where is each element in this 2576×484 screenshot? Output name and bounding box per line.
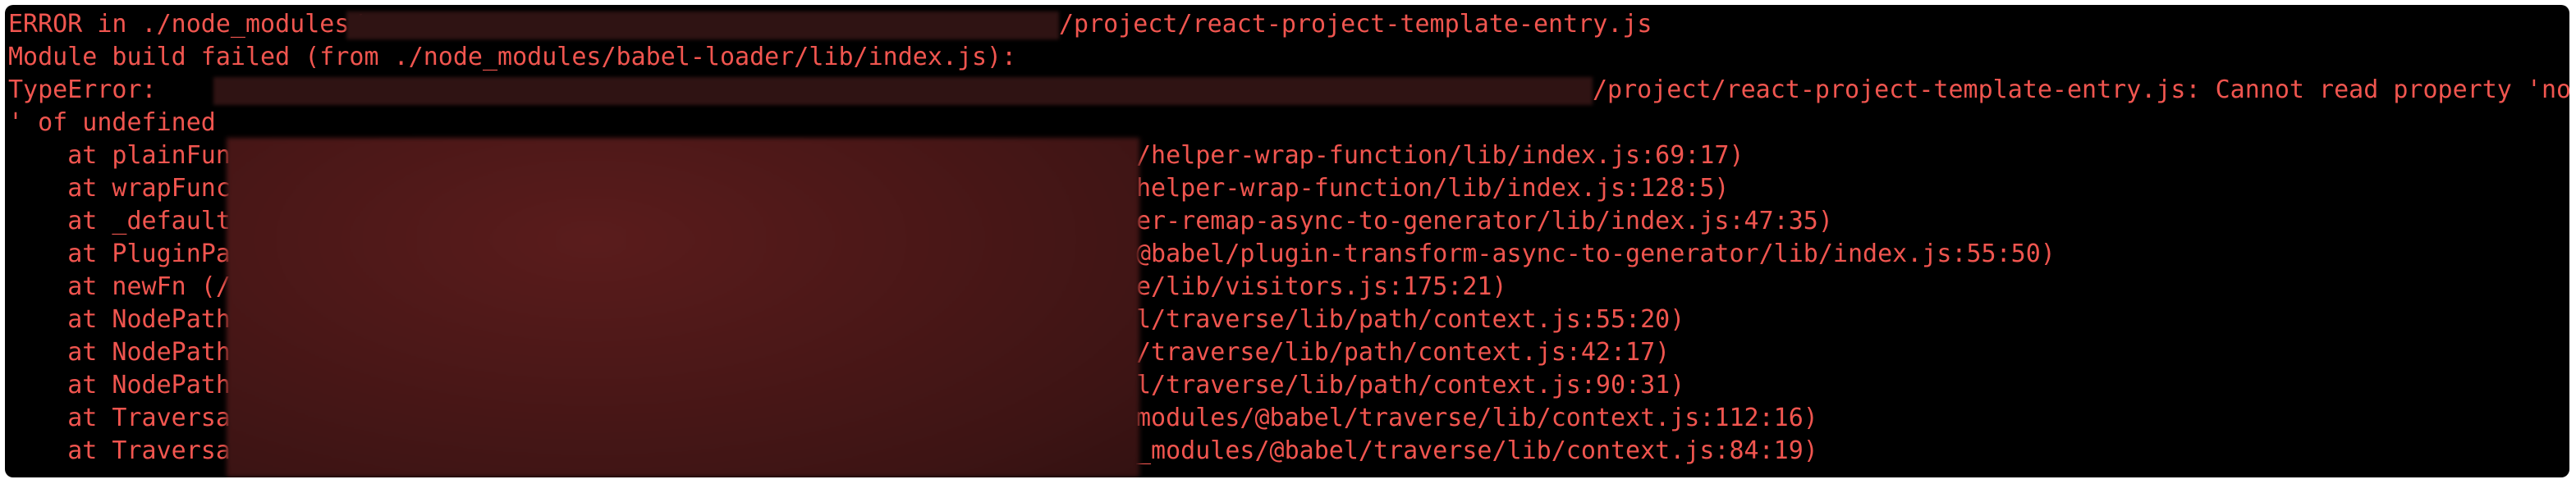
error-line-path: /project/react-project-template-entry.js bbox=[1059, 10, 1652, 39]
stack-frame-tail: /helper-wrap-function/lib/index.js:69:17… bbox=[1136, 141, 1744, 170]
stack-frame-head: at _default bbox=[8, 207, 231, 235]
redacted-path bbox=[346, 11, 1059, 39]
stack-frame-tail: modules/@babel/traverse/lib/context.js:1… bbox=[1136, 404, 1818, 432]
module-build-failed-line: Module build failed (from ./node_modules… bbox=[8, 43, 1017, 71]
stack-frame-tail: e/lib/visitors.js:175:21) bbox=[1136, 272, 1507, 301]
terminal-output: ERROR in ./node_modules/ /project/react-… bbox=[5, 5, 2569, 477]
stack-frame-head: at wrapFunc bbox=[8, 174, 231, 203]
stack-frame-head: at Traversa bbox=[8, 404, 231, 432]
stack-frame-head: at Traversa bbox=[8, 436, 231, 465]
stack-frame-head: at PluginPa bbox=[8, 240, 231, 268]
redacted-path bbox=[213, 77, 1593, 105]
stack-frame-tail: l/traverse/lib/path/context.js:55:20) bbox=[1136, 305, 1685, 334]
stack-frame-tail: l/traverse/lib/path/context.js:90:31) bbox=[1136, 371, 1685, 400]
type-error-message: /project/react-project-template-entry.js… bbox=[1593, 75, 2569, 104]
stack-frame-head: at plainFun bbox=[8, 141, 231, 170]
stack-frame-tail: helper-wrap-function/lib/index.js:128:5) bbox=[1136, 174, 1730, 203]
stack-frame-tail: @babel/plugin-transform-async-to-generat… bbox=[1136, 240, 2056, 268]
type-error-continuation: ' of undefined bbox=[8, 108, 216, 137]
stack-frame-tail: /traverse/lib/path/context.js:42:17) bbox=[1136, 338, 1671, 367]
stack-frame-tail: _modules/@babel/traverse/lib/context.js:… bbox=[1136, 436, 1818, 465]
error-line: ERROR in ./node_modules/ bbox=[8, 10, 364, 39]
stack-frame-head: at newFn (/ bbox=[8, 272, 231, 301]
redacted-stack-block bbox=[227, 138, 1139, 477]
stack-frame-head: at NodePath bbox=[8, 305, 231, 334]
type-error-line: TypeError: bbox=[8, 75, 172, 104]
stack-frame-head: at NodePath bbox=[8, 338, 231, 367]
stack-frame-head: at NodePath bbox=[8, 371, 231, 400]
stack-frame-tail: er-remap-async-to-generator/lib/index.js… bbox=[1136, 207, 1833, 235]
